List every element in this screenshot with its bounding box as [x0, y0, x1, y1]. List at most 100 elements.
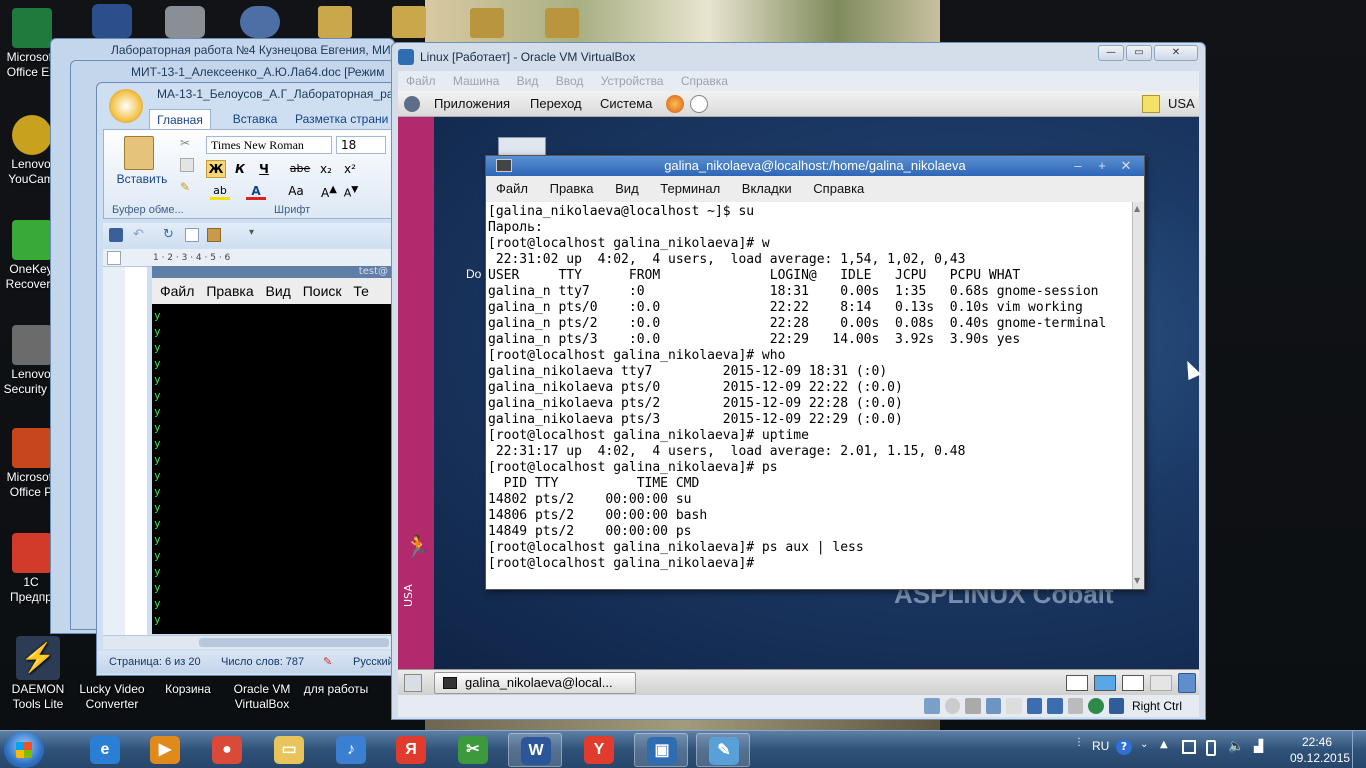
hp-icon[interactable] — [240, 6, 280, 38]
menu-view[interactable]: Вид — [517, 74, 539, 88]
spelling-icon[interactable]: ✎ — [323, 651, 332, 673]
display-icon[interactable] — [1026, 698, 1042, 714]
taskbar-app-chrome[interactable]: ● — [200, 733, 254, 767]
menu-view[interactable]: Вид — [615, 181, 639, 196]
copy-icon[interactable] — [180, 158, 194, 172]
workspace-1[interactable] — [1066, 675, 1088, 691]
trash-applet-icon[interactable] — [1178, 673, 1196, 693]
video-capture-icon[interactable] — [1067, 698, 1083, 714]
menu-view[interactable]: Вид — [266, 283, 291, 299]
shrink-font-icon[interactable]: A▼ — [342, 184, 360, 200]
workspace-4[interactable] — [1150, 675, 1172, 691]
cut-icon[interactable]: ✂ — [180, 136, 194, 150]
audio-icon[interactable] — [965, 698, 981, 714]
terminal-output[interactable]: [galina_nikolaeva@localhost ~]$ su Пароль… — [486, 202, 1132, 589]
menu-help[interactable]: Справка — [681, 74, 728, 88]
mouse-integration-icon[interactable] — [1088, 698, 1104, 714]
menu-file[interactable]: Файл — [496, 181, 528, 196]
change-case-icon[interactable]: Aa — [284, 184, 308, 200]
taskbar-app-virtualbox[interactable]: ▣ — [634, 733, 688, 767]
office-button-icon[interactable] — [109, 89, 143, 123]
ime-icon[interactable]: ⌄ — [1140, 739, 1154, 753]
network-icon[interactable]: ▟ — [1254, 739, 1272, 755]
menu-applications[interactable]: Приложения — [434, 91, 510, 117]
start-button[interactable] — [4, 732, 44, 768]
show-desktop-button[interactable] — [1352, 731, 1366, 768]
menu-search[interactable]: Поиск — [303, 283, 342, 299]
running-man-icon[interactable]: 🏃 — [404, 535, 431, 563]
save-icon[interactable] — [109, 228, 123, 242]
yes-terminal-window[interactable]: test@ Файл Правка Вид Поиск Те yyyyyyyyy… — [152, 266, 392, 634]
show-desktop-icon[interactable] — [404, 674, 422, 692]
paste-button[interactable]: Вставить — [114, 172, 170, 186]
menu-help[interactable]: Справка — [813, 181, 864, 196]
close-button[interactable]: ✕ — [1154, 45, 1198, 61]
menu-file[interactable]: Файл — [406, 74, 436, 88]
taskbar-app-sound[interactable]: ♪ — [324, 733, 378, 767]
customize-toolbar-icon[interactable]: ▾ — [249, 227, 259, 243]
shared-folder-icon[interactable] — [1006, 698, 1022, 714]
usb-icon[interactable] — [985, 698, 1001, 714]
host-key-label[interactable]: Right Ctrl — [1132, 697, 1198, 715]
scroll-up-arrow[interactable]: ▲ — [1134, 204, 1143, 214]
menu-machine[interactable]: Машина — [453, 74, 499, 88]
workspace-3[interactable] — [1122, 675, 1144, 691]
font-color-icon[interactable]: A — [246, 184, 266, 200]
font-size-select[interactable]: 18 — [336, 136, 386, 154]
hdd-icon[interactable] — [924, 698, 940, 714]
taskbar-app-explorer[interactable]: ▭ — [262, 733, 316, 767]
redo-icon[interactable]: ↻ — [163, 227, 179, 243]
volume-icon[interactable]: 🔈 — [1228, 739, 1244, 755]
folder-icon[interactable] — [392, 6, 426, 38]
terminal-scrollbar[interactable]: ▲ ▼ — [1132, 202, 1144, 589]
undo-icon[interactable]: ↶ — [133, 227, 149, 243]
paste-small-icon[interactable] — [207, 228, 221, 242]
media-player-icon[interactable] — [92, 4, 132, 38]
status-page[interactable]: Страница: 6 из 20 — [109, 651, 201, 673]
notes-icon[interactable] — [1142, 95, 1160, 113]
workspace-2[interactable] — [1094, 675, 1116, 691]
status-word-count[interactable]: Число слов: 787 — [221, 651, 304, 673]
firefox-icon[interactable] — [666, 95, 684, 113]
menu-edit[interactable]: Правка — [550, 181, 594, 196]
highlight-icon[interactable]: ab — [210, 184, 230, 200]
menu-terminal[interactable]: Терминал — [660, 181, 720, 196]
grow-font-icon[interactable]: A▲ — [320, 184, 338, 200]
folder-icon[interactable] — [470, 8, 504, 38]
taskbar-app-tools[interactable]: ✂ — [446, 733, 500, 767]
action-center-icon[interactable] — [1182, 740, 1196, 754]
clock-applet-icon[interactable] — [690, 95, 708, 113]
taskbar-app-ie[interactable]: e — [78, 733, 132, 767]
battery-icon[interactable] — [1206, 740, 1216, 756]
cd-icon[interactable] — [944, 698, 960, 714]
menu-terminal[interactable]: Те — [353, 283, 369, 299]
close-button[interactable]: ✕ — [1116, 156, 1136, 176]
maximize-button[interactable]: ▭ — [1126, 45, 1152, 61]
taskbar-app-media[interactable]: ▶ — [138, 733, 192, 767]
horizontal-scrollbar[interactable] — [103, 635, 395, 649]
status-language[interactable]: Русский — [353, 651, 394, 673]
paste-icon[interactable] — [124, 136, 154, 170]
desktop-icon-daemon-tools[interactable]: ⚡ DAEMON Tools Lite — [0, 636, 76, 712]
superscript-button[interactable]: x² — [340, 160, 360, 178]
menu-file[interactable]: Файл — [160, 283, 194, 299]
keyboard-capture-icon[interactable] — [1108, 698, 1124, 714]
scroll-down-arrow[interactable]: ▼ — [1134, 576, 1143, 586]
help-icon[interactable]: ? — [1116, 739, 1132, 755]
language-indicator[interactable]: RU — [1092, 739, 1112, 753]
italic-button[interactable]: К — [230, 160, 250, 178]
minimize-button[interactable]: – — [1068, 156, 1088, 176]
print-preview-icon[interactable] — [185, 228, 199, 242]
tab-insert[interactable]: Вставка — [223, 109, 287, 129]
underline-button[interactable]: Ч — [254, 160, 274, 178]
gnome-foot-icon[interactable] — [404, 96, 420, 112]
taskbar-terminal-button[interactable]: galina_nikolaeva@local... — [434, 672, 636, 694]
menu-edit[interactable]: Правка — [206, 283, 253, 299]
clock[interactable]: 22:46 09.12.2015 — [1290, 734, 1350, 766]
minimize-button[interactable]: — — [1098, 45, 1124, 61]
strikethrough-button[interactable]: abe — [288, 160, 312, 178]
network-icon[interactable] — [1047, 698, 1063, 714]
menu-system[interactable]: Система — [600, 91, 652, 117]
format-painter-icon[interactable]: ✎ — [180, 180, 194, 194]
menu-tabs[interactable]: Вкладки — [742, 181, 792, 196]
